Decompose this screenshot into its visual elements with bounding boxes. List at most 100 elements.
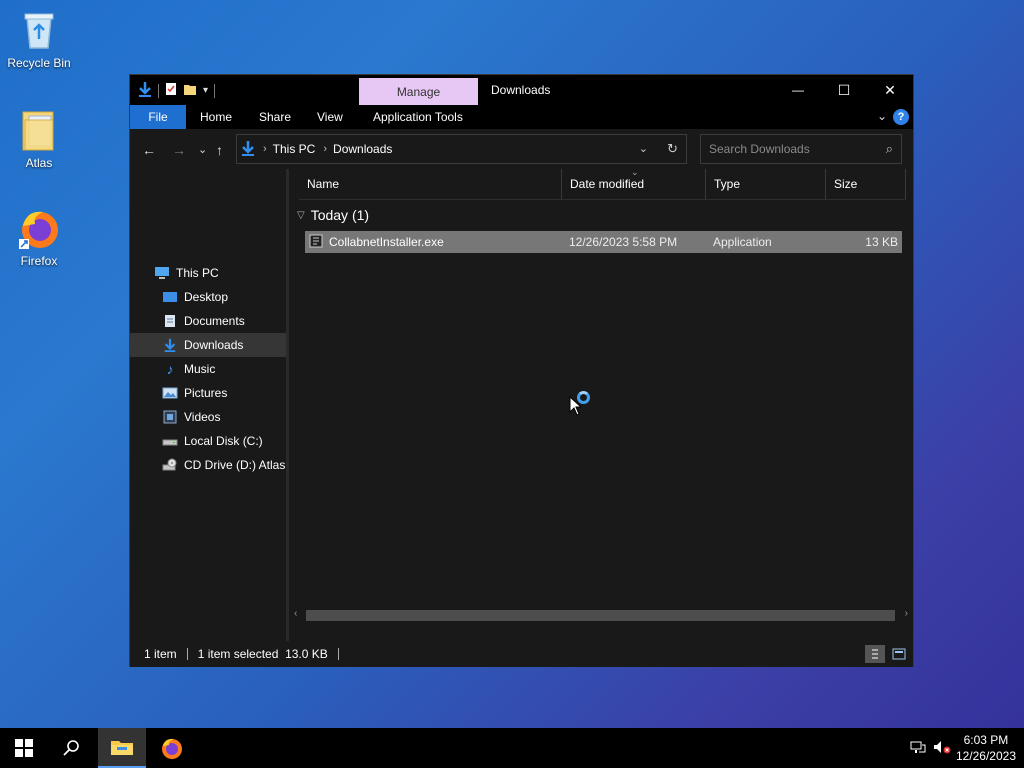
tab-home[interactable]: Home (200, 105, 232, 129)
tab-share[interactable]: Share (259, 105, 291, 129)
videos-icon (162, 410, 178, 424)
table-row[interactable]: CollabnetInstaller.exe 12/26/2023 5:58 P… (305, 231, 902, 253)
application-file-icon (309, 234, 323, 251)
clock-time: 6:03 PM (963, 733, 1009, 747)
start-button[interactable] (0, 728, 48, 768)
sidebar-item-documents[interactable]: Documents (130, 309, 286, 333)
file-explorer-window: ▾ Manage Downloads — ☐ ✕ File Home Share… (129, 74, 914, 667)
sidebar-item-desktop[interactable]: Desktop (130, 285, 286, 309)
tab-file[interactable]: File (130, 105, 186, 129)
taskbar-firefox[interactable] (148, 728, 196, 768)
documents-icon (162, 314, 178, 328)
sidebar-item-this-pc[interactable]: This PC (130, 261, 286, 285)
hard-drive-icon (162, 434, 178, 448)
computer-icon (154, 266, 170, 280)
sidebar-item-label: Documents (184, 314, 245, 328)
folder-icon (17, 108, 61, 152)
pictures-icon (162, 386, 178, 400)
sort-indicator-icon: ⌄ (631, 167, 639, 177)
selection-info: 1 item selected 13.0 KB (197, 647, 328, 661)
clock-date: 12/26/2023 (955, 749, 1016, 763)
firefox-icon (162, 738, 182, 759)
sidebar-item-pictures[interactable]: Pictures (130, 381, 286, 405)
file-size: 13 KB (865, 235, 898, 249)
group-header-today[interactable]: ▽ Today (1) (297, 207, 369, 223)
sidebar-item-label: Videos (184, 410, 221, 424)
desktop-icon-atlas[interactable]: Atlas (0, 108, 78, 170)
sidebar-item-downloads[interactable]: Downloads (130, 333, 286, 357)
sidebar-item-label: This PC (176, 266, 219, 280)
ribbon-collapse-icon[interactable]: ⌄ (877, 109, 887, 123)
scroll-right-icon[interactable]: › (905, 608, 908, 619)
forward-button[interactable]: → (172, 142, 186, 158)
desktop-icon-firefox[interactable]: Firefox (0, 206, 78, 268)
system-clock[interactable]: 6:03 PM 12/26/2023 (956, 732, 1016, 764)
close-icon: ✕ (884, 81, 896, 98)
firefox-icon (17, 206, 61, 250)
back-button[interactable]: ← (142, 142, 156, 158)
file-date: 12/26/2023 5:58 PM (569, 235, 678, 249)
title-bar[interactable]: ▾ Manage Downloads — ☐ ✕ (130, 75, 913, 105)
column-header-type[interactable]: Type (706, 169, 826, 199)
file-explorer-icon (111, 741, 133, 755)
network-icon[interactable] (910, 740, 926, 757)
column-header-name[interactable]: Name (299, 169, 562, 199)
ribbon-tabs: File Home Share View Application Tools ⌄… (130, 105, 913, 129)
volume-muted-icon[interactable] (933, 740, 951, 757)
sidebar-item-label: CD Drive (D:) Atlas (184, 458, 286, 472)
taskbar: 6:03 PM 12/26/2023 (0, 728, 1024, 768)
chevron-right-icon[interactable]: › (323, 143, 327, 155)
chevron-down-icon: ▽ (297, 209, 305, 221)
recent-locations-button[interactable]: ⌄ (198, 143, 207, 156)
chevron-right-icon[interactable]: › (263, 143, 267, 155)
large-icons-view-button[interactable] (889, 645, 909, 663)
address-dropdown-icon[interactable]: ⌄ (639, 142, 648, 155)
search-button[interactable] (48, 728, 96, 768)
close-button[interactable]: ✕ (867, 75, 913, 105)
maximize-button[interactable]: ☐ (821, 75, 867, 105)
new-folder-icon[interactable] (183, 82, 197, 99)
sidebar-item-videos[interactable]: Videos (130, 405, 286, 429)
desktop-icon (162, 290, 178, 304)
search-box[interactable]: ⌕ (700, 134, 902, 164)
desktop-icon-recycle-bin[interactable]: Recycle Bin (0, 8, 78, 70)
horizontal-scrollbar[interactable]: ‹ › (289, 607, 913, 624)
breadcrumb-this-pc[interactable]: This PC (273, 142, 316, 156)
quick-access-toolbar: ▾ (138, 81, 216, 100)
download-arrow-icon (138, 81, 152, 100)
details-view-button[interactable] (865, 645, 885, 663)
maximize-icon: ☐ (837, 81, 851, 98)
sidebar-item-label: Local Disk (C:) (184, 434, 263, 448)
scrollbar-thumb[interactable] (306, 610, 895, 621)
sidebar-item-cd-drive[interactable]: CD Drive (D:) Atlas (130, 453, 286, 477)
up-button[interactable]: ↑ (216, 142, 223, 158)
search-input[interactable] (709, 142, 869, 156)
minimize-button[interactable]: — (775, 75, 821, 105)
tab-view[interactable]: View (317, 105, 343, 129)
tab-application-tools[interactable]: Application Tools (373, 105, 463, 129)
minimize-icon: — (792, 83, 804, 97)
customize-qat-icon[interactable]: ▾ (203, 85, 208, 96)
breadcrumb-downloads[interactable]: Downloads (333, 142, 392, 156)
download-arrow-icon (241, 140, 255, 159)
navigation-bar: ← → ⌄ ↑ › This PC › Downloads ⌄ ↻ ⌕ (130, 129, 913, 169)
cd-drive-icon (162, 458, 178, 472)
sidebar-item-label: Desktop (184, 290, 229, 304)
sidebar-item-music[interactable]: ♪ Music (130, 357, 286, 381)
help-icon[interactable]: ? (893, 109, 909, 125)
sidebar-item-label: Music (184, 362, 216, 376)
column-header-size[interactable]: Size (826, 169, 906, 199)
search-icon[interactable]: ⌕ (886, 141, 893, 157)
address-bar[interactable]: › This PC › Downloads ⌄ ↻ (236, 134, 687, 164)
desktop-icon-label: Recycle Bin (7, 56, 71, 70)
sidebar-item-label: Downloads (184, 338, 244, 352)
tab-manage[interactable]: Manage (359, 78, 478, 105)
taskbar-file-explorer[interactable] (98, 728, 146, 768)
scroll-left-icon[interactable]: ‹ (294, 608, 297, 619)
file-name: CollabnetInstaller.exe (329, 235, 444, 249)
refresh-button[interactable]: ↻ (667, 141, 678, 157)
group-header-label: Today (1) (310, 207, 370, 223)
properties-icon[interactable] (165, 82, 177, 99)
search-icon (63, 740, 79, 756)
sidebar-item-local-disk[interactable]: Local Disk (C:) (130, 429, 286, 453)
